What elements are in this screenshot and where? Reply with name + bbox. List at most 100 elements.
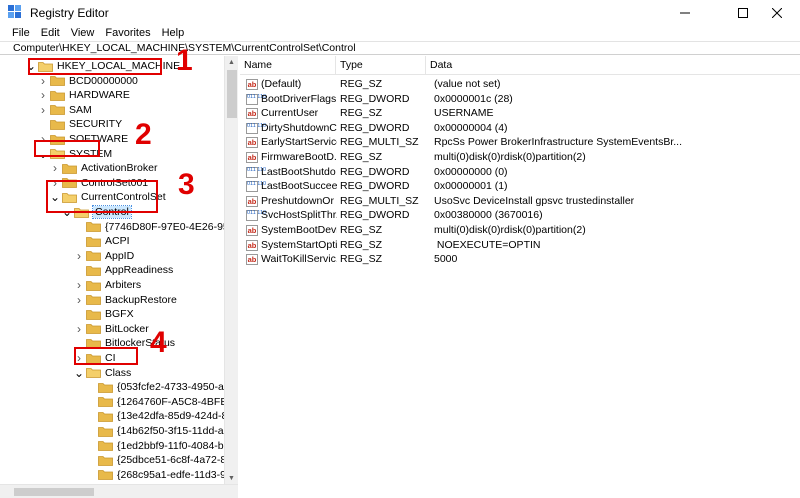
value-row[interactable]: ab WaitToKillServic... REG_SZ 5000: [240, 252, 800, 267]
value-data: UsoSvc DeviceInstall gpsvc trustedinstal…: [434, 194, 635, 207]
tree-node[interactable]: AppReadiness: [74, 263, 173, 277]
tree-node-label: BitLocker: [105, 322, 149, 335]
value-row[interactable]: abEarlyStartServicesREG_MULTI_SZ RpcSs Po…: [240, 135, 800, 150]
value-data: 0x00380000 (3670016): [434, 209, 543, 222]
tree-node-label: {13e42dfa-85d9-424d-8646: [117, 410, 238, 423]
folder-icon: [50, 119, 65, 130]
tree-node[interactable]: › ActivationBroker: [50, 161, 157, 175]
chevron-right-icon[interactable]: ›: [38, 103, 48, 117]
step-number-3: 3: [178, 168, 195, 201]
string-value-icon: ab: [246, 108, 258, 120]
chevron-right-icon[interactable]: ›: [74, 293, 84, 307]
maximize-icon: [738, 8, 748, 18]
value-row[interactable]: 011 110 LastBootSuccee REG_DWORD 0x00000001…: [240, 179, 800, 194]
tree-node[interactable]: {053fcfe2-4733-4950-a6bb-: [86, 380, 237, 394]
menu-edit[interactable]: Edit: [41, 26, 60, 40]
value-name: (Default): [261, 78, 302, 90]
minimize-button[interactable]: [662, 0, 708, 26]
menu-favorites[interactable]: Favorites: [105, 26, 150, 40]
value-row[interactable]: ab (Default) REG_SZ (value not set): [240, 77, 800, 92]
value-name: DirtyShutdownC...: [261, 121, 337, 134]
registry-tree[interactable]: ⌄ HKEY_LOCAL_MACHINE › BCD00000000 › HARDWARE…: [0, 56, 238, 498]
folder-icon: [50, 104, 65, 116]
tree-node[interactable]: › AppID: [74, 249, 134, 263]
tree-node[interactable]: {14b62f50-3f15-11dd-ae16: [86, 424, 238, 438]
menu-bar: File Edit View Favorites Help: [0, 26, 800, 40]
chevron-right-icon[interactable]: ›: [50, 161, 60, 175]
value-row[interactable]: ab FirmwareBootD... REG_SZ multi(0)disk(0)r…: [240, 150, 800, 165]
value-name: SvcHostSplitThr...: [261, 209, 337, 222]
chevron-right-icon[interactable]: ›: [74, 249, 84, 263]
folder-icon: [98, 469, 113, 481]
tree-node-label: {14b62f50-3f15-11dd-ae16: [117, 425, 238, 437]
tree-node[interactable]: {1ed2bbf9-11f0-4084-b21f-: [86, 439, 237, 453]
value-data: 0x00000004 (4): [434, 121, 508, 134]
value-row[interactable]: 011 110 BootDriverFlags REG_DWORD 0x0000001…: [240, 92, 800, 107]
folder-icon: [50, 90, 65, 101]
tree-horizontal-scrollbar[interactable]: [0, 484, 238, 498]
tree-node[interactable]: › SAM: [38, 103, 92, 117]
step-number-2: 2: [135, 118, 152, 151]
tree-scroll-thumb[interactable]: [227, 70, 237, 118]
close-button[interactable]: [754, 0, 800, 26]
tree-node[interactable]: ACPI: [74, 234, 130, 248]
tree-node[interactable]: {13e42dfa-85d9-424d-8646: [86, 409, 238, 423]
folder-icon: [86, 221, 101, 232]
tree-hscroll-thumb[interactable]: [14, 488, 94, 496]
value-row[interactable]: 011 110DirtyShutdownC...REG_DWORD 0x00000…: [240, 121, 800, 136]
chevron-right-icon[interactable]: ›: [38, 88, 48, 102]
value-type: REG_DWORD: [340, 165, 410, 178]
tree-node[interactable]: › BackupRestore: [74, 293, 177, 307]
chevron-right-icon[interactable]: ›: [74, 278, 84, 292]
value-type: REG_DWORD: [340, 180, 410, 193]
tree-node[interactable]: {7746D80F-97E0-4E26-9543-26: [74, 220, 237, 234]
menu-view[interactable]: View: [71, 26, 95, 40]
value-row[interactable]: ab SystemStartOpti REG_SZ NOEXECUTE=OPTIN: [240, 238, 800, 253]
highlight-box-4: [74, 347, 138, 365]
column-header-data[interactable]: Data: [426, 56, 800, 74]
folder-icon: [86, 294, 101, 305]
tree-node[interactable]: BGFX: [74, 307, 134, 321]
string-value-icon: ab: [246, 254, 258, 266]
tree-node-label: Arbiters: [105, 279, 142, 291]
tree-node-label: SAM: [69, 103, 92, 116]
chevron-right-icon[interactable]: ›: [74, 322, 84, 336]
chevron-right-icon[interactable]: ›: [38, 74, 48, 88]
column-header-name[interactable]: Name: [240, 56, 336, 74]
highlight-box-3: [46, 180, 158, 213]
tree-node[interactable]: › BitLocker: [74, 322, 149, 336]
tree-node[interactable]: {1264760F-A5C8-4BFE-B31: [86, 395, 237, 409]
value-data: RpcSs Power BrokerInfrastructure SystemE…: [434, 136, 683, 149]
menu-file[interactable]: File: [12, 26, 30, 40]
tree-node-label: {25dbce51-6c8f-4a72-8a6d: [117, 454, 238, 467]
step-number-1: 1: [176, 44, 193, 77]
column-header-type[interactable]: Type: [336, 56, 426, 74]
folder-icon: [98, 382, 113, 393]
minimize-icon: [680, 12, 690, 14]
tree-node[interactable]: › HARDWARE: [38, 88, 130, 102]
tree-vertical-scrollbar[interactable]: ▲ ▼: [224, 56, 238, 484]
values-list[interactable]: Name Type Data ab (Default) REG_SZ (value n…: [240, 56, 800, 498]
folder-icon: [86, 250, 101, 262]
tree-node[interactable]: ⌄ Class: [74, 366, 131, 380]
menu-help[interactable]: Help: [162, 26, 185, 40]
value-row[interactable]: 011 110 SvcHostSplitThr... REG_DWORD 0x0038…: [240, 208, 800, 223]
tree-node[interactable]: › BCD00000000: [38, 74, 138, 88]
value-type: REG_SZ: [340, 78, 383, 90]
scroll-up-icon[interactable]: ▲: [228, 59, 235, 66]
value-row[interactable]: ab CurrentUser REG_SZ USERNAME: [240, 106, 800, 121]
value-row[interactable]: ab SystemBootDevi REG_SZ multi(0)disk(0)rdi…: [240, 223, 800, 238]
value-name: PreshutdownOr: [261, 194, 334, 207]
chevron-down-icon[interactable]: ⌄: [74, 367, 84, 379]
tree-node[interactable]: › Arbiters: [74, 278, 141, 292]
tree-node[interactable]: {25dbce51-6c8f-4a72-8a6d: [86, 453, 238, 467]
tree-node[interactable]: {268c95a1-edfe-11d3-95c3: [86, 468, 237, 482]
address-bar[interactable]: Computer\HKEY_LOCAL_MACHINE\SYSTEM\Curre…: [0, 41, 800, 55]
string-value-icon: ab: [246, 79, 258, 90]
tree-node[interactable]: SECURITY: [38, 117, 122, 131]
scroll-down-icon[interactable]: ▼: [228, 475, 235, 482]
value-row[interactable]: 011 110 LastBootShutdo REG_DWORD 0x00000000…: [240, 165, 800, 180]
tree-node-label: AppID: [105, 249, 135, 262]
value-row[interactable]: ab PreshutdownOr REG_MULTI_SZ UsoSvc Device…: [240, 194, 800, 209]
highlight-box-1: [28, 58, 162, 75]
